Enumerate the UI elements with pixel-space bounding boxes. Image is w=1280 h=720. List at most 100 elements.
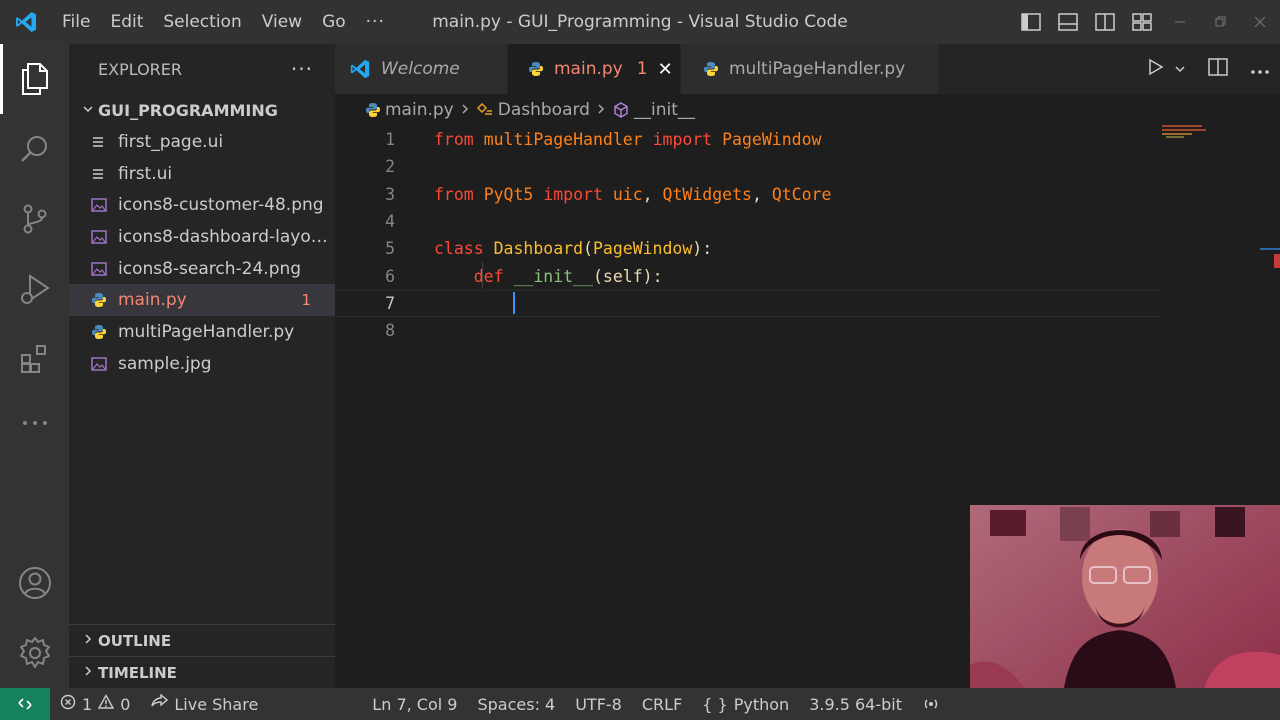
tab-label: multiPageHandler.py [729,59,906,79]
toggle-sidebar-icon[interactable] [1012,0,1049,44]
file-name: icons8-dashboard-layou... [118,226,332,247]
broadcast-icon[interactable] [912,688,1280,720]
live-share-label: Live Share [174,694,259,714]
breadcrumb: main.py Dashboard __init__ [335,94,1280,126]
breadcrumb-method[interactable]: __init__ [634,100,695,120]
menu-view[interactable]: View [252,0,312,44]
line-number: 5 [385,239,395,259]
explorer-title: EXPLORER [98,59,182,79]
file-item[interactable]: icons8-customer-48.png [69,189,335,221]
file-item[interactable]: multiPageHandler.py [69,316,335,348]
minimize-icon[interactable] [1160,0,1200,44]
error-count-badge: 1 [301,291,311,310]
code-text: from multiPageHandler import PageWindow [434,130,822,150]
editor-more-icon[interactable] [1250,60,1270,79]
remote-icon[interactable] [0,688,50,720]
restore-icon[interactable] [1200,0,1240,44]
tab-main-py[interactable]: main.py 1 ✕ [508,44,681,94]
source-control-icon[interactable] [0,184,69,254]
close-icon[interactable]: ✕ [658,59,673,80]
python-icon [91,292,118,308]
run-dropdown-chevron-icon[interactable] [1174,60,1186,79]
warning-icon [97,694,115,714]
breadcrumb-file[interactable]: main.py [385,100,454,120]
explorer-more-button[interactable]: ··· [291,57,313,81]
customize-layout-icon[interactable] [1123,0,1160,44]
minimap[interactable] [1162,124,1218,144]
code-editor[interactable]: 1 from multiPageHandler import PageWindo… [335,126,1280,344]
method-symbol-icon [612,101,630,119]
menu-go[interactable]: Go [312,0,356,44]
file-name: multiPageHandler.py [118,321,295,342]
language-mode[interactable]: { } Python [692,688,799,720]
line-number: 6 [385,266,395,286]
line-endings[interactable]: CRLF [632,688,692,720]
file-item[interactable]: icons8-dashboard-layou... [69,221,335,253]
menu-file[interactable]: File [52,0,100,44]
vscode-logo-icon [0,0,52,44]
folder-label: GUI_PROGRAMMING [98,100,278,120]
file-name: icons8-search-24.png [118,258,302,279]
more-views-icon[interactable] [0,388,69,458]
lines-icon [91,135,118,149]
live-share-button[interactable]: Live Share [140,688,268,720]
explorer-sidebar: EXPLORER ··· GUI_PROGRAMMING first_page.… [69,44,335,688]
indentation[interactable]: Spaces: 4 [467,688,565,720]
menu-edit[interactable]: Edit [100,0,153,44]
chevron-right-icon [460,100,470,120]
toggle-panel-icon[interactable] [1049,0,1086,44]
tab-label: main.py [554,59,623,79]
timeline-section[interactable]: TIMELINE [69,656,335,688]
scrollbar-cursor-marker [1260,248,1280,250]
code-line: 2 [335,153,1280,180]
python-icon [365,102,381,118]
run-debug-icon[interactable] [0,254,69,324]
warning-count: 0 [120,694,131,714]
close-window-icon[interactable] [1240,0,1280,44]
file-item[interactable]: first_page.ui [69,126,335,158]
python-icon [703,61,719,77]
extensions-icon[interactable] [0,324,69,394]
file-name: sample.jpg [118,353,212,374]
code-text: def __init__(self): [473,266,663,286]
cursor-position[interactable]: Ln 7, Col 9 [362,688,467,720]
chevron-right-icon [82,633,98,648]
line-number: 2 [385,157,395,177]
braces-icon: { } [702,694,728,714]
search-icon[interactable] [0,114,69,184]
line-number: 4 [385,212,395,232]
file-item[interactable]: sample.jpg [69,348,335,380]
menu-selection[interactable]: Selection [153,0,251,44]
breadcrumb-class[interactable]: Dashboard [498,100,590,120]
problems-indicator[interactable]: 1 0 [50,688,140,720]
outline-section[interactable]: OUTLINE [69,624,335,656]
timeline-label: TIMELINE [98,663,177,682]
live-share-icon [150,693,169,714]
file-item[interactable]: first.ui [69,158,335,190]
encoding[interactable]: UTF-8 [565,688,632,720]
accounts-icon[interactable] [0,548,69,618]
file-item[interactable]: icons8-search-24.png [69,253,335,285]
toggle-secondary-sidebar-icon[interactable] [1086,0,1123,44]
split-editor-icon[interactable] [1208,58,1228,80]
tab-multipagehandler[interactable]: multiPageHandler.py [681,44,939,94]
activity-bar [0,44,69,688]
file-item-selected[interactable]: main.py 1 [69,284,335,317]
python-interpreter[interactable]: 3.9.5 64-bit [799,688,912,720]
image-icon [91,356,118,371]
image-icon [91,198,118,212]
tab-welcome[interactable]: Welcome [335,44,508,94]
outline-label: OUTLINE [98,631,172,650]
text-cursor [513,292,516,315]
line-number: 1 [385,130,395,150]
file-name: icons8-customer-48.png [118,195,324,216]
python-icon [91,324,118,340]
file-name: first.ui [118,163,173,184]
explorer-icon[interactable] [0,44,69,114]
menu-more-button[interactable]: ··· [356,0,395,44]
code-text: class Dashboard(PageWindow): [434,239,713,259]
folder-gui-programming[interactable]: GUI_PROGRAMMING [69,94,335,126]
run-file-icon[interactable] [1146,58,1164,80]
manage-gear-icon[interactable] [0,618,69,688]
error-count: 1 [82,694,93,714]
